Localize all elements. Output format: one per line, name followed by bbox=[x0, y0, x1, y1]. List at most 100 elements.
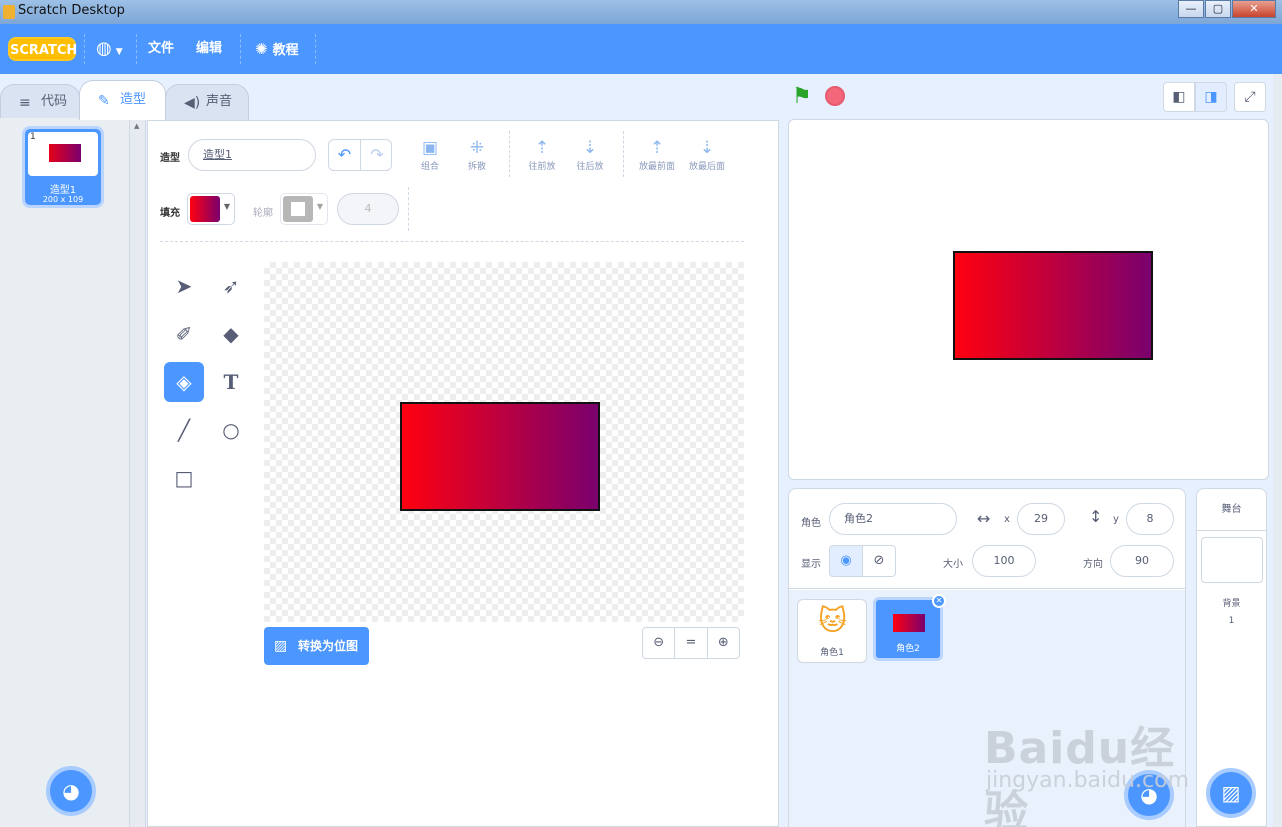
sprite-info: 角色 角色2 ↔ x 29 ↕ y 8 显示 ◉ ⊘ 大小 100 方向 90 bbox=[789, 489, 1185, 589]
outline-width-input[interactable]: 4 bbox=[337, 193, 399, 225]
hide-sprite-button[interactable]: ⊘ bbox=[862, 545, 896, 577]
fullscreen-icon: ⤢ bbox=[1244, 89, 1256, 105]
stop-button[interactable] bbox=[825, 86, 845, 106]
green-flag-button[interactable]: ⚑ bbox=[792, 84, 812, 109]
scratch-logo[interactable]: SCRATCH bbox=[8, 37, 77, 61]
rectangle-tool[interactable]: □ bbox=[164, 458, 204, 498]
file-menu[interactable]: 文件 bbox=[148, 24, 174, 74]
tab-sounds[interactable]: ◀) 声音 bbox=[165, 84, 249, 120]
scroll-up-icon[interactable]: ▲ bbox=[134, 122, 139, 130]
group-button[interactable]: ▣ 组合 bbox=[416, 137, 444, 172]
fill-color-picker[interactable]: ▼ bbox=[187, 193, 235, 225]
fill-tool[interactable]: ◈ bbox=[164, 362, 204, 402]
x-input[interactable]: 29 bbox=[1017, 503, 1065, 535]
small-stage-button[interactable]: ◧ bbox=[1163, 82, 1195, 112]
eraser-tool[interactable]: ◆ bbox=[211, 314, 251, 354]
editor-tabs: ≡ 代码 ✎ 造型 ◀) 声音 bbox=[0, 74, 780, 120]
backdrops-label: 背景 bbox=[1222, 599, 1241, 609]
group-icon: ▣ bbox=[421, 138, 439, 158]
front-button[interactable]: ⇡ 放最前面 bbox=[634, 137, 680, 172]
select-tool[interactable]: ➤ bbox=[164, 266, 204, 306]
stage-sprite-rectangle[interactable] bbox=[953, 251, 1153, 360]
brush-icon: ✐ bbox=[175, 322, 193, 346]
convert-to-bitmap-button[interactable]: ▨ 转换为位图 bbox=[264, 627, 369, 665]
ungroup-icon: ⁜ bbox=[469, 138, 485, 158]
paint-canvas[interactable] bbox=[264, 262, 744, 622]
close-button[interactable]: ✕ bbox=[1232, 0, 1276, 18]
maximize-button[interactable]: ▢ bbox=[1205, 0, 1231, 18]
language-menu[interactable]: ◍ ▼ bbox=[96, 24, 123, 74]
image-icon: ▨ bbox=[274, 638, 288, 654]
forward-button[interactable]: ⇡ 往前放 bbox=[524, 137, 560, 172]
rectangle-shape[interactable] bbox=[400, 402, 600, 511]
show-label: 显示 bbox=[801, 559, 821, 570]
baidu-watermark: Baidu经验 jingyan.baidu.com bbox=[980, 684, 1220, 827]
tutorials-label: 教程 bbox=[272, 43, 299, 58]
backdrop-thumbnail bbox=[1201, 537, 1263, 583]
circle-tool[interactable]: ○ bbox=[211, 410, 251, 450]
outline-color-picker[interactable]: ▼ bbox=[280, 193, 328, 225]
backdrops-count: 1 bbox=[1228, 616, 1235, 626]
tab-code[interactable]: ≡ 代码 bbox=[0, 84, 80, 120]
direction-input[interactable]: 90 bbox=[1110, 545, 1174, 577]
circle-icon: ○ bbox=[222, 418, 240, 442]
back-button[interactable]: ⇣ 放最后面 bbox=[684, 137, 730, 172]
undo-redo-group: ↶ ↷ bbox=[328, 139, 392, 171]
zoom-controls: ⊖ = ⊕ bbox=[642, 627, 740, 659]
backward-button[interactable]: ⇣ 往后放 bbox=[572, 137, 608, 172]
reshape-tool[interactable]: ➶ bbox=[211, 266, 251, 306]
watermark-url: jingyan.baidu.com bbox=[986, 768, 1190, 793]
small-stage-icon: ◧ bbox=[1172, 89, 1186, 105]
y-input[interactable]: 8 bbox=[1126, 503, 1174, 535]
stage-canvas[interactable] bbox=[788, 119, 1269, 480]
ungroup-label: 拆散 bbox=[467, 162, 486, 172]
sprite-tile-selected[interactable]: 角色2 ✕ bbox=[873, 594, 946, 661]
costume-name-label: 造型 bbox=[160, 153, 180, 164]
arrow-top-icon: ⇡ bbox=[649, 138, 665, 158]
costume-list bbox=[0, 118, 130, 827]
show-sprite-button[interactable]: ◉ bbox=[829, 545, 863, 577]
undo-button[interactable]: ↶ bbox=[329, 140, 361, 170]
redo-button[interactable]: ↷ bbox=[361, 140, 393, 170]
sprite-tile[interactable]: 🐱 角色1 bbox=[797, 599, 867, 663]
tab-sounds-label: 声音 bbox=[206, 94, 233, 109]
size-input[interactable]: 100 bbox=[972, 545, 1036, 577]
x-label: x bbox=[1004, 514, 1010, 525]
zoom-out-button[interactable]: ⊖ bbox=[643, 628, 676, 658]
text-tool[interactable]: T bbox=[211, 362, 251, 402]
eraser-icon: ◆ bbox=[223, 322, 239, 346]
outline-label: 轮廓 bbox=[253, 208, 273, 219]
fullscreen-button[interactable]: ⤢ bbox=[1234, 82, 1266, 112]
arrow-cursor-icon: ➤ bbox=[175, 274, 193, 298]
zoom-in-button[interactable]: ⊕ bbox=[708, 628, 739, 658]
eye-icon: ◉ bbox=[840, 553, 852, 568]
tutorials-menu[interactable]: ✺ 教程 bbox=[255, 24, 299, 74]
sprite-tile-name: 角色1 bbox=[820, 648, 844, 658]
tab-costumes[interactable]: ✎ 造型 bbox=[79, 80, 166, 120]
brush-tool[interactable]: ✐ bbox=[164, 314, 204, 354]
normal-stage-button[interactable]: ◨ bbox=[1195, 82, 1227, 112]
costume-list-scrollbar[interactable]: ▲ bbox=[130, 118, 146, 827]
edit-menu[interactable]: 编辑 bbox=[196, 24, 222, 74]
zoom-reset-button[interactable]: = bbox=[675, 628, 708, 658]
costume-index: 1 bbox=[30, 132, 36, 142]
code-icon: ≡ bbox=[19, 94, 31, 111]
tab-costumes-label: 造型 bbox=[120, 92, 147, 107]
sprite-name-input[interactable]: 角色2 bbox=[829, 503, 957, 535]
arrow-down-icon: ⇣ bbox=[582, 138, 598, 158]
costume-name-input[interactable]: 造型1 bbox=[188, 139, 316, 171]
ungroup-button[interactable]: ⁜ 拆散 bbox=[462, 137, 492, 172]
square-icon: □ bbox=[174, 466, 194, 490]
line-icon: ╱ bbox=[177, 418, 191, 442]
window-scrollbar[interactable] bbox=[1273, 74, 1282, 827]
window-titlebar: Scratch Desktop — ▢ ✕ bbox=[0, 0, 1282, 24]
stage-selector-header: 舞台 bbox=[1197, 489, 1266, 531]
line-tool[interactable]: ╱ bbox=[164, 410, 204, 450]
reshape-icon: ➶ bbox=[222, 274, 240, 298]
costume-thumbnail bbox=[28, 132, 98, 176]
costume-card[interactable]: 1 造型1 200 x 109 bbox=[22, 126, 104, 208]
size-label: 大小 bbox=[943, 559, 963, 570]
choose-costume-button[interactable]: ◕ bbox=[46, 766, 96, 816]
delete-sprite-button[interactable]: ✕ bbox=[932, 594, 946, 608]
minimize-button[interactable]: — bbox=[1178, 0, 1204, 18]
